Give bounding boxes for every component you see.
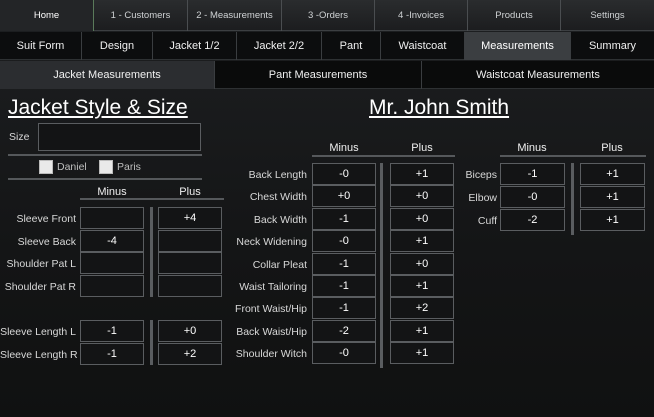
measurement-label: Sleeve Front (16, 213, 76, 225)
nav-customers[interactable]: 1 - Customers (94, 0, 188, 31)
minus-field[interactable]: +0 (312, 185, 376, 208)
plus-field[interactable]: +1 (390, 319, 454, 342)
plus-field[interactable]: +0 (390, 252, 454, 275)
minus-field[interactable] (80, 252, 144, 274)
divider (8, 178, 202, 180)
minus-field[interactable]: -0 (312, 342, 376, 365)
plus-field[interactable]: +1 (390, 275, 454, 297)
paris-label: Paris (117, 161, 141, 173)
main-nav: Home 1 - Customers 2 - Measurements 3 -O… (0, 0, 654, 31)
tab-jacket-measurements[interactable]: Jacket Measurements (0, 61, 215, 89)
column-divider (380, 163, 383, 368)
tab-pant-measurements[interactable]: Pant Measurements (215, 61, 422, 89)
minus-field[interactable] (80, 274, 144, 297)
measurement-label: Sleeve Length R (0, 348, 78, 361)
minus-field[interactable]: -0 (500, 186, 565, 208)
minus-field[interactable]: -0 (312, 163, 376, 185)
plus-field[interactable]: +0 (158, 320, 222, 342)
body-plus-header: Plus (411, 142, 433, 154)
measurement-tabs: Jacket Measurements Pant Measurements Wa… (0, 61, 654, 89)
plus-field[interactable]: +4 (158, 207, 222, 229)
body-minus-header: Minus (329, 142, 359, 154)
divider (8, 154, 202, 156)
measurement-label: Biceps (465, 169, 497, 181)
nav-invoices[interactable]: 4 -Invoices (375, 0, 468, 31)
divider (312, 155, 455, 157)
daniel-checkbox[interactable] (39, 160, 53, 174)
jacket-minus-header: Minus (97, 186, 127, 198)
tab-summary[interactable]: Summary (571, 32, 654, 60)
measurement-label: Front Waist/Hip (235, 303, 307, 316)
minus-field[interactable]: -2 (312, 319, 376, 342)
nav-orders[interactable]: 3 -Orders (282, 0, 375, 31)
nav-products[interactable]: Products (468, 0, 561, 31)
nav-settings[interactable]: Settings (561, 0, 654, 31)
minus-field[interactable]: -0 (312, 230, 376, 253)
size-input[interactable] (38, 123, 201, 151)
tab-jacket-1[interactable]: Jacket 1/2 (153, 32, 237, 60)
measurement-label: Cuff (477, 215, 497, 227)
minus-field[interactable] (80, 207, 144, 229)
order-tabs: Suit Form Design Jacket 1/2 Jacket 2/2 P… (0, 32, 654, 60)
daniel-label: Daniel (57, 161, 87, 173)
minus-field[interactable]: -1 (80, 342, 144, 365)
plus-field[interactable] (158, 274, 222, 297)
tab-suit-form[interactable]: Suit Form (0, 32, 82, 60)
minus-field[interactable]: -1 (312, 207, 376, 230)
minus-field[interactable]: -1 (80, 320, 144, 342)
measurement-label: Elbow (468, 192, 497, 204)
minus-field[interactable]: -1 (312, 297, 376, 320)
jacket-plus-header: Plus (179, 186, 201, 198)
plus-field[interactable]: +1 (580, 186, 645, 208)
tab-jacket-2[interactable]: Jacket 2/2 (237, 32, 322, 60)
measurement-label: Chest Width (249, 191, 307, 204)
plus-field[interactable]: +1 (580, 209, 645, 231)
measurement-label: Shoulder Pat L (6, 258, 76, 270)
nav-home[interactable]: Home (0, 0, 94, 31)
tab-design[interactable]: Design (82, 32, 153, 60)
tab-waistcoat-measurements[interactable]: Waistcoat Measurements (422, 61, 654, 89)
measurement-label: Shoulder Witch (235, 348, 307, 361)
measurement-label: Collar Pleat (252, 258, 307, 271)
nav-measurements[interactable]: 2 - Measurements (188, 0, 282, 31)
tab-waistcoat[interactable]: Waistcoat (381, 32, 465, 60)
column-divider (150, 320, 153, 365)
tab-measurements[interactable]: Measurements (465, 32, 571, 60)
plus-field[interactable]: +2 (390, 297, 454, 320)
plus-field[interactable]: +1 (390, 230, 454, 253)
plus-field[interactable] (158, 229, 222, 252)
measurement-label: Waist Tailoring (239, 281, 307, 293)
tab-pant[interactable]: Pant (322, 32, 381, 60)
column-divider (571, 163, 574, 235)
jacket-style-title: Jacket Style & Size (8, 96, 188, 119)
minus-field[interactable]: -2 (500, 209, 565, 231)
measurement-label: Sleeve Length L (0, 326, 76, 338)
size-label: Size (9, 131, 30, 143)
divider (80, 198, 224, 200)
plus-field[interactable]: +1 (390, 342, 454, 365)
measurement-label: Sleeve Back (17, 235, 76, 248)
minus-field[interactable]: -1 (312, 252, 376, 275)
column-divider (150, 207, 153, 297)
arm-plus-header: Plus (601, 142, 623, 154)
minus-field[interactable]: -1 (312, 275, 376, 297)
plus-field[interactable]: +2 (158, 342, 222, 365)
minus-field[interactable]: -1 (500, 163, 565, 185)
divider (500, 155, 646, 157)
paris-checkbox[interactable] (99, 160, 113, 174)
measurement-label: Back Length (248, 169, 307, 181)
measurement-label: Back Width (253, 213, 307, 226)
customer-name: Mr. John Smith (369, 96, 510, 119)
measurement-label: Back Waist/Hip (236, 325, 307, 338)
measurement-label: Neck Widening (236, 236, 307, 249)
plus-field[interactable] (158, 252, 222, 274)
plus-field[interactable]: +1 (580, 163, 645, 185)
arm-minus-header: Minus (517, 142, 547, 154)
minus-field[interactable]: -4 (80, 229, 144, 252)
measurement-label: Shoulder Pat R (4, 280, 76, 293)
